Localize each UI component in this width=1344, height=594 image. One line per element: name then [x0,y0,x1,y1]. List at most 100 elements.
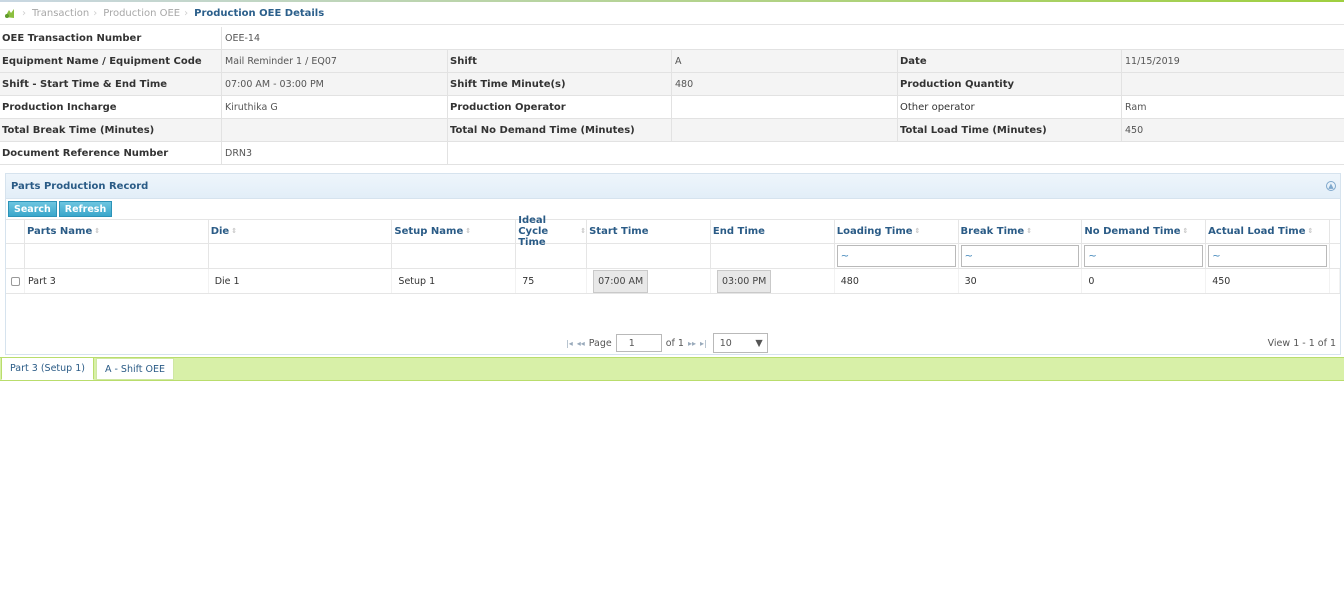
page-number-input[interactable]: 1 [615,334,662,352]
cell-break-time: 30 [959,269,1083,293]
header-start-time[interactable]: Start Time [587,220,711,243]
grid-toolbar: Search Refresh [6,199,1340,219]
sort-icon: ⇕ [231,227,238,235]
header-start-time-label: Start Time [589,226,649,237]
total-break-label: Total Break Time (Minutes) [0,119,222,141]
breadcrumb-separator: › [93,7,98,19]
header-no-demand-label: No Demand Time [1084,226,1181,237]
parts-production-grid: Parts Production Record ▲ Search Refresh… [5,173,1341,355]
breadcrumb-transaction[interactable]: Transaction [32,8,89,19]
total-load-label: Total Load Time (Minutes) [898,119,1122,141]
filter-loading-time-cell: ~ [835,244,959,268]
rows-per-page-value: 10 [719,337,732,349]
sort-icon: ⇕ [1026,227,1033,235]
sort-icon: ⇕ [1182,227,1189,235]
incharge-label: Production Incharge [0,96,222,118]
grid-pager: |◂ ◂◂ Page 1 of 1 ▸▸ ▸| 10 ▼ View 1 - 1 … [6,332,1340,354]
filter-empty [587,244,711,268]
breadcrumb-separator: › [184,7,189,19]
total-load-value: 450 [1125,124,1144,136]
collapse-icon[interactable]: ▲ [1326,181,1336,191]
filter-no-demand-input[interactable]: ~ [1084,245,1204,267]
search-button[interactable]: Search [8,201,57,217]
breadcrumb-separator: › [22,7,26,19]
first-page-icon[interactable]: |◂ [566,339,573,348]
total-no-demand-label: Total No Demand Time (Minutes) [448,119,672,141]
view-records-text: View 1 - 1 of 1 [1267,337,1336,349]
header-end-spacer [1330,220,1340,243]
other-operator-value: Ram [1125,101,1147,113]
filter-actual-load-input[interactable]: ~ [1208,245,1327,267]
header-select-col [6,220,25,243]
info-row-doc-ref: Document Reference Number DRN3 [0,142,1344,165]
header-no-demand-time[interactable]: No Demand Time ⇕ [1082,220,1207,243]
header-end-time-label: End Time [712,226,765,237]
home-icon[interactable] [2,6,16,20]
breadcrumb-current: Production OEE Details [194,7,325,19]
shift-label: Shift [448,50,672,72]
filter-break-time-input[interactable]: ~ [960,245,1080,267]
sort-icon: ⇕ [914,227,921,235]
grid-header-row: Parts Name ⇕ Die ⇕ Setup Name ⇕ Ideal Cycle… [6,215,1340,248]
last-page-icon[interactable]: ▸| [700,339,707,348]
cell-die: Die 1 [209,269,393,293]
oee-number-label: OEE Transaction Number [0,27,222,49]
refresh-button[interactable]: Refresh [58,201,113,217]
info-row-break: Total Break Time (Minutes) Total No Dema… [0,119,1344,142]
pager-controls: |◂ ◂◂ Page 1 of 1 ▸▸ ▸| 10 ▼ [566,333,768,353]
breadcrumb: › Transaction › Production OEE › Product… [0,2,1344,25]
shift-minutes-value: 480 [672,73,898,95]
sort-icon: ⇕ [94,227,101,235]
equipment-value: Mail Reminder 1 / EQ07 [222,50,448,72]
prev-page-icon[interactable]: ◂◂ [577,339,585,348]
grid-filter-row: ~ ~ ~ ~ [6,244,1340,269]
info-row-oee: OEE Transaction Number OEE-14 [0,27,1344,50]
shift-minutes-label: Shift Time Minute(s) [448,73,672,95]
equipment-label: Equipment Name / Equipment Code [0,50,222,72]
header-actual-load-label: Actual Load Time [1208,226,1306,237]
header-break-time[interactable]: Break Time ⇕ [959,220,1083,243]
filter-loading-time-input[interactable]: ~ [836,245,956,267]
header-actual-load-time[interactable]: Actual Load Time ⇕ [1206,220,1330,243]
header-parts-name[interactable]: Parts Name ⇕ [25,220,209,243]
breadcrumb-production-oee[interactable]: Production OEE [103,8,180,19]
filter-break-time-cell: ~ [959,244,1083,268]
page-of-label: of 1 [665,337,684,349]
rows-per-page-select[interactable]: 10 ▼ [712,333,768,353]
cell-end-time: 03:00 PM [711,269,835,293]
sort-icon: ⇕ [580,227,587,235]
header-setup-name-label: Setup Name [394,226,464,237]
filter-empty [25,244,209,268]
header-setup-name[interactable]: Setup Name ⇕ [392,220,517,243]
tab-shift-oee[interactable]: A - Shift OEE [95,358,175,380]
filter-empty [711,244,835,268]
cell-loading-time: 480 [835,269,959,293]
cell-start-time: 07:00 AM [587,269,711,293]
start-time-button[interactable]: 07:00 AM [593,269,649,293]
cell-ideal-cycle-time: 75 [516,269,588,293]
production-quantity-value [1122,73,1344,95]
operator-value [672,96,898,118]
header-break-time-label: Break Time [960,226,1025,237]
tab-part-setup[interactable]: Part 3 (Setup 1) [1,357,94,380]
header-loading-time[interactable]: Loading Time ⇕ [835,220,959,243]
table-row[interactable]: Part 3 Die 1 Setup 1 75 07:00 AM 03:00 P… [6,269,1340,294]
filter-empty [209,244,393,268]
shift-value: A [672,50,898,72]
end-time-button[interactable]: 03:00 PM [716,269,772,293]
next-page-icon[interactable]: ▸▸ [688,339,696,348]
total-no-demand-value [672,119,898,141]
grid-title-bar: Parts Production Record ▲ [6,174,1340,199]
header-ideal-cycle-time[interactable]: Ideal Cycle Time ⇕ [516,215,588,248]
production-quantity-label: Production Quantity [898,73,1122,95]
header-die[interactable]: Die ⇕ [209,220,393,243]
oee-details-table: OEE Transaction Number OEE-14 Equipment … [0,27,1344,165]
shift-time-label: Shift - Start Time & End Time [0,73,222,95]
other-operator-label: Other operator [898,96,1122,118]
cell-setup-name: Setup 1 [392,269,517,293]
info-row-incharge: Production Incharge Kiruthika G Producti… [0,96,1344,119]
row-select-cell [6,269,25,293]
header-end-time[interactable]: End Time [711,220,835,243]
info-row-equipment: Equipment Name / Equipment Code Mail Rem… [0,50,1344,73]
row-checkbox[interactable] [11,276,20,286]
